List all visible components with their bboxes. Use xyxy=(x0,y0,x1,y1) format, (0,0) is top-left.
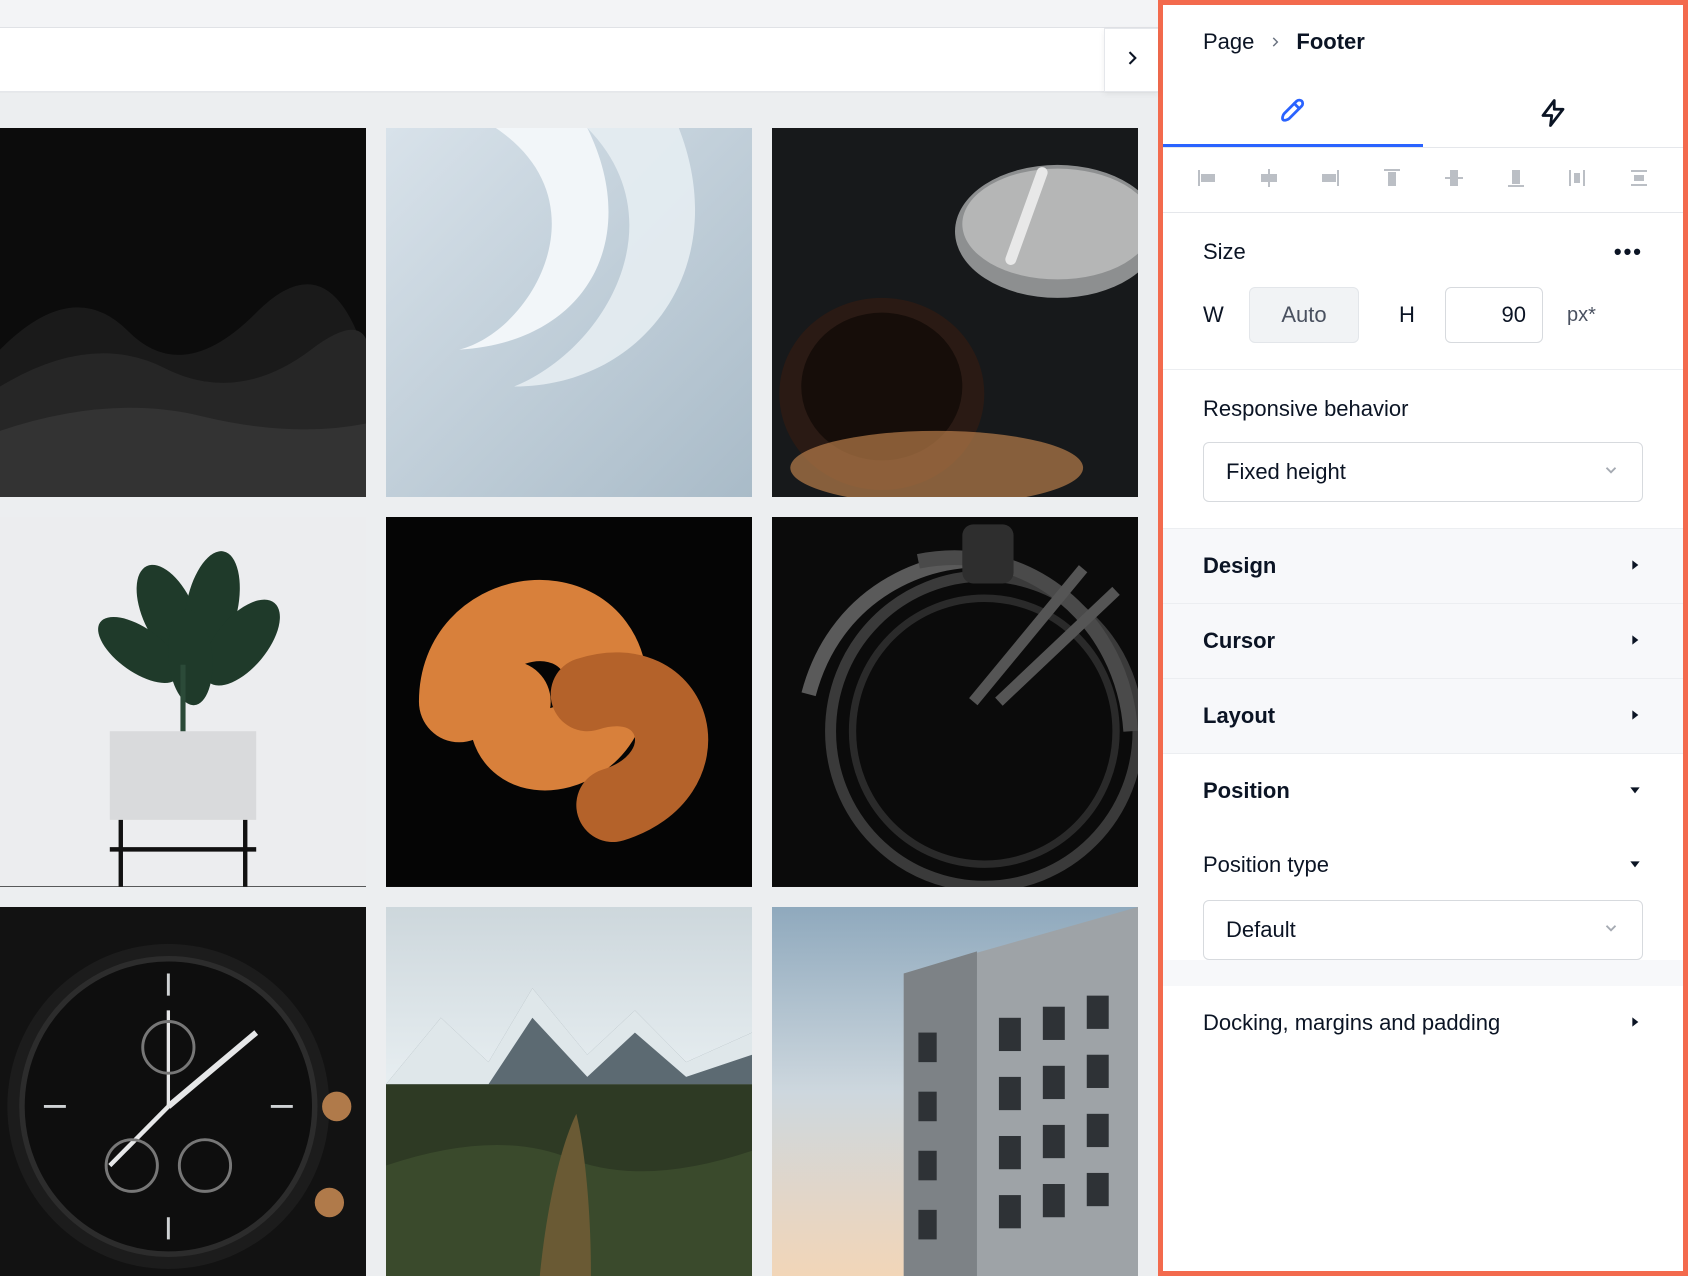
window-chrome-strip xyxy=(0,0,1158,28)
responsive-select[interactable]: Fixed height xyxy=(1203,442,1643,502)
grid-tile[interactable] xyxy=(386,517,752,886)
size-label: Size xyxy=(1203,239,1246,265)
align-top-icon xyxy=(1380,166,1404,195)
breadcrumb-parent[interactable]: Page xyxy=(1203,29,1254,55)
triangle-right-icon xyxy=(1627,703,1643,729)
height-unit: px* xyxy=(1567,304,1596,327)
grid-tile[interactable] xyxy=(772,517,1138,886)
align-right-icon xyxy=(1318,166,1342,195)
width-label: W xyxy=(1203,302,1231,328)
tab-interactions[interactable] xyxy=(1423,83,1683,147)
accordion-docking-label: Docking, margins and padding xyxy=(1203,1010,1500,1036)
grid-tile[interactable] xyxy=(386,128,752,497)
distribute-v-icon xyxy=(1627,166,1651,195)
grid-tile[interactable] xyxy=(386,907,752,1276)
breadcrumb-current: Footer xyxy=(1296,29,1364,55)
collapse-panel-button[interactable] xyxy=(1104,28,1158,92)
responsive-section: Responsive behavior Fixed height xyxy=(1163,370,1683,529)
grid-tile[interactable] xyxy=(772,907,1138,1276)
accordion-position[interactable]: Position xyxy=(1163,753,1683,828)
size-section: Size ••• W Auto H 90 px* xyxy=(1163,213,1683,370)
responsive-label: Responsive behavior xyxy=(1203,396,1643,422)
align-left-button[interactable] xyxy=(1193,166,1221,194)
width-input[interactable]: Auto xyxy=(1249,287,1359,343)
image-grid xyxy=(0,128,1158,1276)
align-top-button[interactable] xyxy=(1378,166,1406,194)
lightning-icon xyxy=(1538,98,1568,133)
inspector-panel: Page Footer xyxy=(1158,0,1688,1276)
align-center-h-icon xyxy=(1257,166,1281,195)
align-center-h-button[interactable] xyxy=(1255,166,1283,194)
align-bottom-icon xyxy=(1504,166,1528,195)
align-left-icon xyxy=(1195,166,1219,195)
chevron-right-icon xyxy=(1122,48,1142,73)
inspector-tabs xyxy=(1163,83,1683,148)
toolbar-strip xyxy=(0,28,1158,92)
canvas-area xyxy=(0,0,1158,1276)
align-right-button[interactable] xyxy=(1316,166,1344,194)
distribute-h-button[interactable] xyxy=(1563,166,1591,194)
responsive-value: Fixed height xyxy=(1226,459,1346,485)
accordion-position-label: Position xyxy=(1203,778,1290,804)
triangle-right-icon xyxy=(1627,553,1643,579)
accordion-docking[interactable]: Docking, margins and padding xyxy=(1163,986,1683,1050)
grid-tile[interactable] xyxy=(0,517,366,886)
height-input[interactable]: 90 xyxy=(1445,287,1543,343)
position-type-value: Default xyxy=(1226,917,1296,943)
accordion-layout[interactable]: Layout xyxy=(1163,678,1683,753)
tab-style[interactable] xyxy=(1163,83,1423,147)
position-type-label: Position type xyxy=(1203,852,1329,878)
position-type-select[interactable]: Default xyxy=(1203,900,1643,960)
height-value: 90 xyxy=(1502,302,1526,328)
grid-tile[interactable] xyxy=(0,907,366,1276)
accordion-layout-label: Layout xyxy=(1203,703,1275,729)
accordion: Design Cursor Layout Position Position t… xyxy=(1163,529,1683,1050)
triangle-down-icon xyxy=(1627,778,1643,804)
triangle-right-icon xyxy=(1627,1010,1643,1036)
width-value: Auto xyxy=(1281,302,1326,328)
accordion-design[interactable]: Design xyxy=(1163,529,1683,603)
position-subsection: Position type Default xyxy=(1163,828,1683,960)
align-bottom-button[interactable] xyxy=(1502,166,1530,194)
distribute-v-button[interactable] xyxy=(1625,166,1653,194)
chevron-down-icon xyxy=(1602,459,1620,485)
triangle-right-icon xyxy=(1627,628,1643,654)
accordion-design-label: Design xyxy=(1203,553,1276,579)
size-more-button[interactable]: ••• xyxy=(1614,239,1643,265)
align-center-v-icon xyxy=(1442,166,1466,195)
grid-tile[interactable] xyxy=(772,128,1138,497)
align-center-v-button[interactable] xyxy=(1440,166,1468,194)
height-label: H xyxy=(1399,302,1427,328)
alignment-toolbar xyxy=(1163,148,1683,213)
breadcrumb: Page Footer xyxy=(1163,5,1683,83)
accordion-cursor-label: Cursor xyxy=(1203,628,1275,654)
distribute-h-icon xyxy=(1565,166,1589,195)
chevron-right-icon xyxy=(1268,29,1282,55)
position-type-toggle[interactable]: Position type xyxy=(1203,852,1643,878)
accordion-cursor[interactable]: Cursor xyxy=(1163,603,1683,678)
brush-icon xyxy=(1278,96,1308,131)
grid-tile[interactable] xyxy=(0,128,366,497)
chevron-down-icon xyxy=(1602,917,1620,943)
triangle-down-icon xyxy=(1627,852,1643,878)
